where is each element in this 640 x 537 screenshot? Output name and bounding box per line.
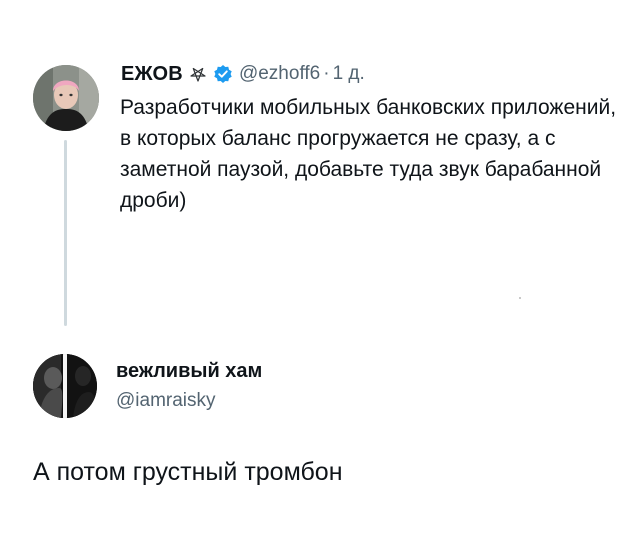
tweet-header: ЕЖОВ @ezhoff6 · 1 д. (121, 60, 365, 88)
speck (519, 297, 521, 299)
reply-avatar[interactable] (33, 354, 97, 418)
avatar[interactable] (33, 65, 99, 131)
author-name[interactable]: ЕЖОВ (121, 63, 183, 86)
person-avatar-icon (33, 354, 97, 418)
separator-dot: · (323, 63, 330, 84)
thread-line (64, 140, 67, 326)
tweet-text: Разработчики мобильных банковских прилож… (120, 96, 617, 212)
verified-badge-icon (213, 64, 233, 84)
author-handle[interactable]: @ezhoff6 (239, 63, 320, 85)
reply-author-handle[interactable]: @iamraisky (116, 390, 216, 412)
original-tweet[interactable]: ЕЖОВ @ezhoff6 · 1 д. Разработчики мобиль… (0, 0, 640, 330)
timestamp[interactable]: 1 д. (333, 63, 365, 85)
reply-text: А потом грустный тромбон (33, 458, 343, 486)
reply-author-name[interactable]: вежливый хам (116, 360, 262, 383)
pentagram-icon (189, 65, 207, 83)
person-avatar-icon (33, 65, 99, 131)
